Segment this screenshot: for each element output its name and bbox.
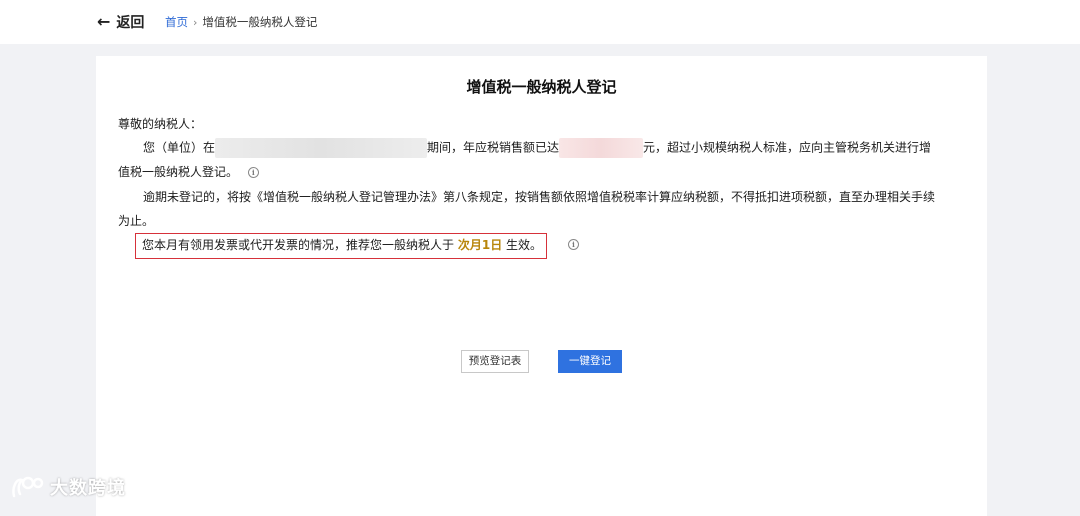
greeting-text: 尊敬的纳税人：	[118, 117, 203, 131]
page-title: 增值税一般纳税人登记	[466, 78, 617, 96]
redacted-amount	[559, 138, 644, 158]
breadcrumb: 首页 › 增值税一般纳税人登记	[165, 14, 317, 30]
back-label: 返回	[116, 15, 145, 31]
one-click-register-button[interactable]: 一键登记	[558, 350, 622, 373]
line1-prefix: 您（单位）在	[143, 140, 216, 155]
watermark: 大数跨境	[10, 474, 126, 500]
watermark-text: 大数跨境	[50, 478, 126, 499]
line1-suffix: 元，超过小规模纳税人标准，应向主管税务机关进行增	[643, 140, 932, 155]
breadcrumb-home-link[interactable]: 首页	[165, 14, 188, 30]
line1-mid: 期间，年应税销售额已达	[427, 140, 560, 155]
brand-logo-icon	[12, 476, 44, 498]
registration-panel: 增值税一般纳税人登记 尊敬的纳税人： 您（单位）在 期间，年应税销售额已达 元，超过…	[96, 56, 987, 516]
notice-line-1: 您（单位）在 期间，年应税销售额已达 元，超过小规模纳税人标准，应向主管税务机关进行…	[143, 138, 931, 158]
chevron-right-icon: ›	[193, 15, 198, 29]
notice-line-3: 逾期未登记的，将按《增值税一般纳税人登记管理办法》第八条规定，按销售额依照增值税…	[143, 190, 936, 204]
preview-form-button[interactable]: 预览登记表	[461, 350, 529, 373]
redacted-period	[215, 138, 428, 158]
back-button[interactable]: ← 返回	[97, 12, 144, 32]
effective-date-notice: 您本月有领用发票或代开发票的情况，推荐您一般纳税人于 次月1日 生效。	[135, 233, 547, 259]
breadcrumb-current: 增值税一般纳税人登记	[202, 15, 318, 29]
notice-line-2: 值税一般纳税人登记。 i	[118, 164, 259, 180]
notice-suffix: 生效。	[506, 238, 543, 252]
notice-line-4: 为止。	[118, 214, 155, 228]
info-icon[interactable]: i	[568, 239, 579, 250]
line2-text: 值税一般纳税人登记。	[118, 165, 239, 179]
top-bar: ← 返回 首页 › 增值税一般纳税人登记	[0, 0, 1080, 44]
arrow-left-icon: ←	[97, 12, 111, 31]
info-icon[interactable]: i	[247, 167, 259, 178]
effective-date-highlight: 次月1日	[457, 238, 503, 252]
notice-prefix: 您本月有领用发票或代开发票的情况，推荐您一般纳税人于	[142, 238, 455, 252]
